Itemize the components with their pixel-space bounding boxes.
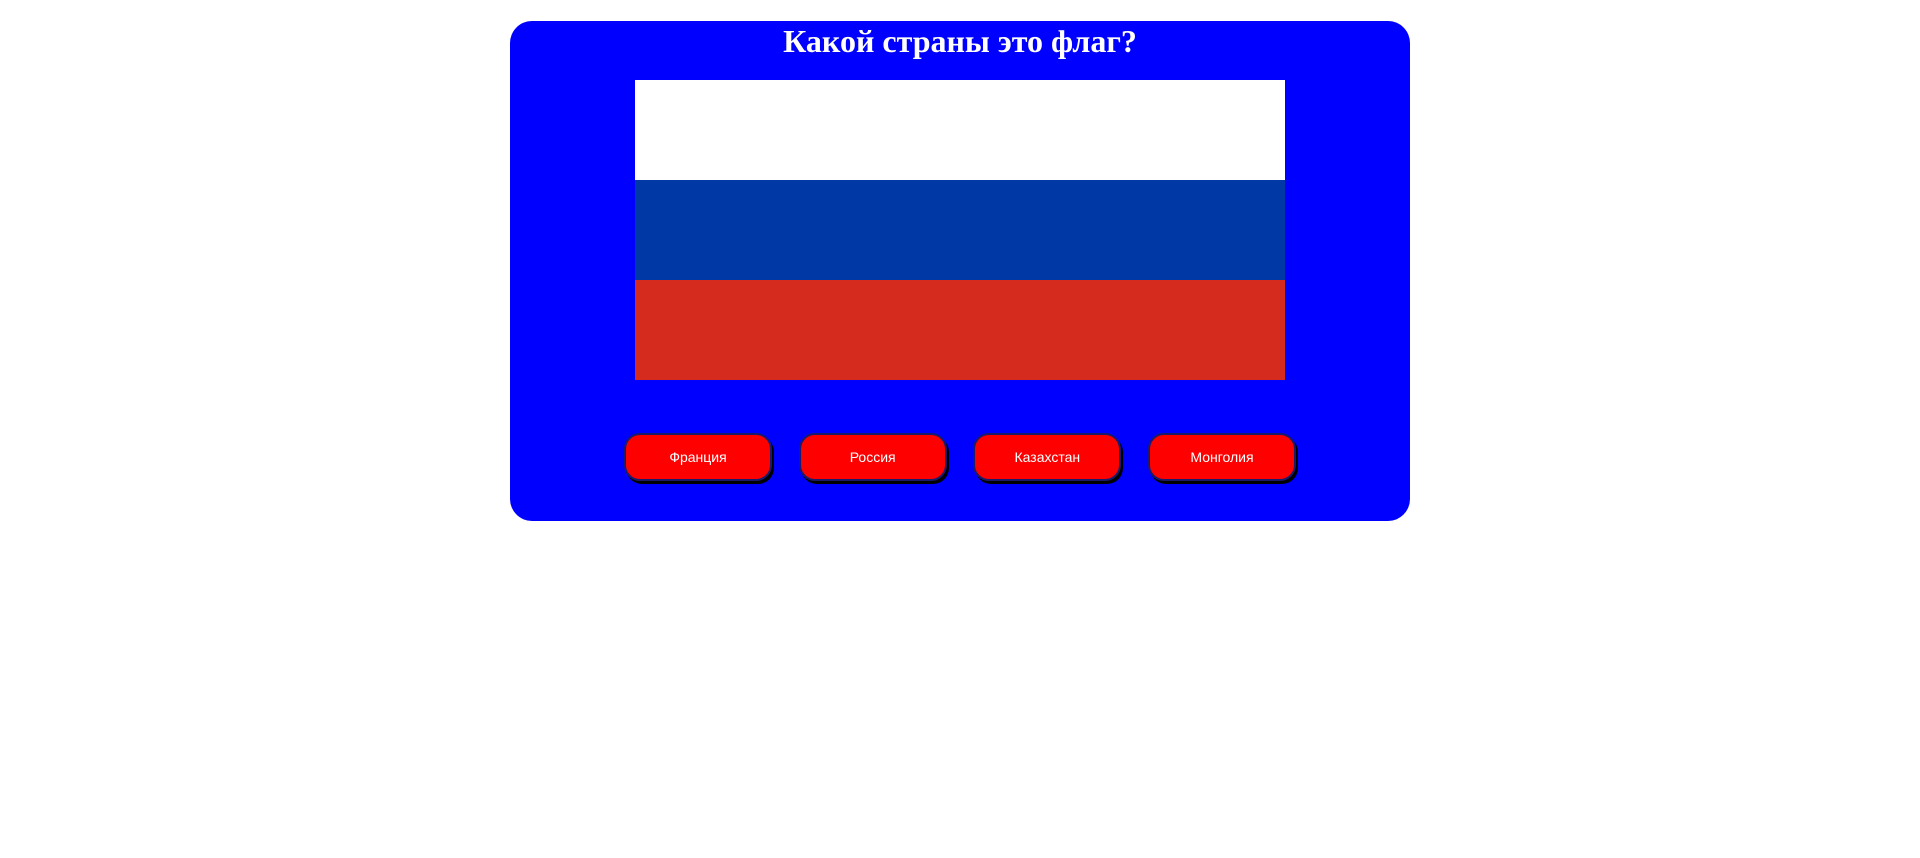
flag-stripe-blue <box>635 180 1285 280</box>
quiz-card: Какой страны это флаг? Франция Россия Ка… <box>510 21 1410 521</box>
answer-button-russia[interactable]: Россия <box>798 433 947 481</box>
quiz-question: Какой страны это флаг? <box>783 23 1137 59</box>
answer-button-kazakhstan[interactable]: Казахстан <box>973 433 1122 481</box>
answer-options: Франция Россия Казахстан Монголия <box>624 433 1296 483</box>
answer-button-france[interactable]: Франция <box>624 433 772 481</box>
flag-stripe-red <box>635 280 1285 380</box>
answer-button-mongolia[interactable]: Монголия <box>1147 433 1296 481</box>
flag-stripe-white <box>635 80 1285 180</box>
flag-image <box>635 80 1285 380</box>
